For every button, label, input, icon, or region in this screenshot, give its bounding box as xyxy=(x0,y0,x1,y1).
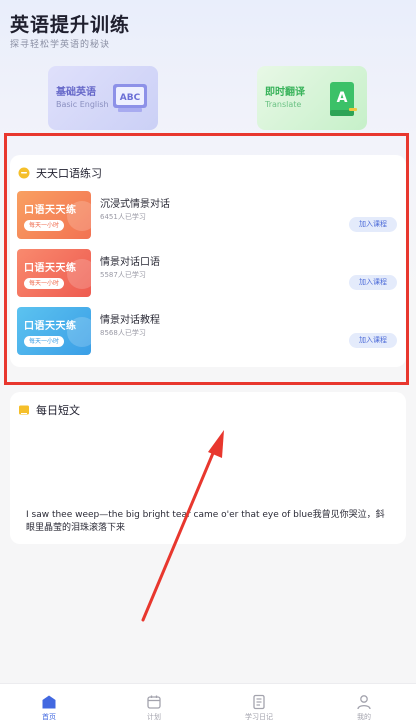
feature-subtitle: Basic English xyxy=(56,100,109,109)
translate-card[interactable]: 即时翻译 Translate A xyxy=(257,66,367,130)
tab-label: 我的 xyxy=(357,713,371,721)
tab-profile[interactable]: 我的 xyxy=(334,684,394,725)
abc-icon-text: ABC xyxy=(120,93,141,103)
notebook-icon xyxy=(253,694,265,710)
tab-label: 学习日记 xyxy=(245,713,273,721)
basic-english-card[interactable]: 基础英语 Basic English ABC xyxy=(48,66,158,130)
calendar-icon xyxy=(147,695,161,709)
tab-home[interactable]: 首页 xyxy=(19,684,79,725)
page-title: 英语提升训练 xyxy=(10,14,131,36)
page-subtitle: 探寻轻松学英语的秘诀 xyxy=(10,40,111,50)
section-header: 每日短文 xyxy=(18,402,80,418)
feature-title: 即时翻译 xyxy=(265,87,305,98)
bottom-tab-bar: 首页 计划 学习日记 我的 xyxy=(0,683,416,725)
user-icon xyxy=(357,695,371,710)
annotation-highlight-box xyxy=(4,133,409,385)
section-title: 每日短文 xyxy=(36,404,80,417)
tab-plan[interactable]: 计划 xyxy=(124,684,184,725)
abc-book-icon: ABC xyxy=(113,84,147,112)
feature-title: 基础英语 xyxy=(56,87,96,98)
tab-label: 首页 xyxy=(42,713,56,721)
feature-subtitle: Translate xyxy=(265,100,302,109)
tab-label: 计划 xyxy=(147,713,161,721)
translate-book-icon: A xyxy=(330,82,357,116)
home-icon xyxy=(42,695,56,709)
translate-icon-text: A xyxy=(337,90,348,106)
book-icon xyxy=(19,405,29,415)
daily-reading-section[interactable]: 每日短文 I saw thee weep—the big bright tear… xyxy=(10,392,406,544)
tab-study-diary[interactable]: 学习日记 xyxy=(229,684,289,725)
daily-passage: I saw thee weep—the big bright tear came… xyxy=(26,510,385,533)
